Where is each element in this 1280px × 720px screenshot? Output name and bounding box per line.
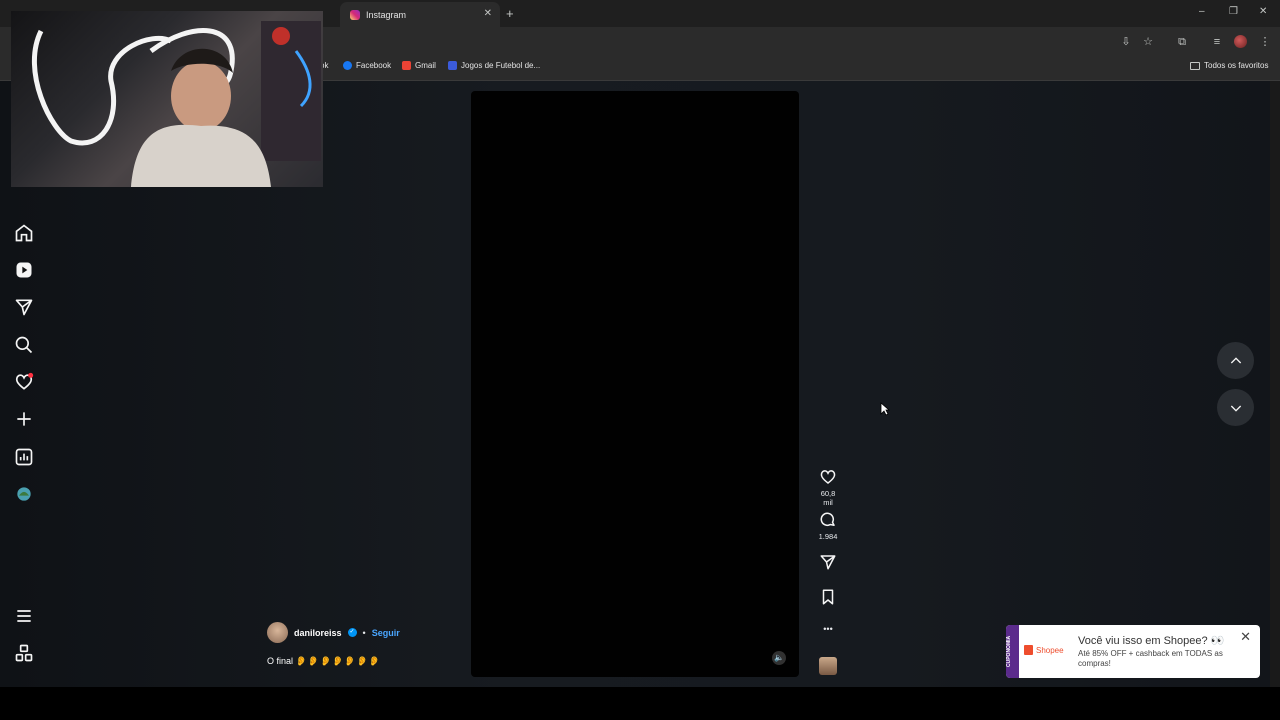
screen-bottom-bar (0, 687, 1280, 720)
bookmark-icon (822, 589, 834, 605)
save-button[interactable] (815, 588, 841, 609)
comment-button[interactable]: 1.984 (815, 511, 841, 541)
chevron-up-icon (1230, 356, 1241, 363)
reel-caption[interactable]: O final 👂👂👂👂👂👂👂 (267, 656, 381, 667)
facebook-icon (343, 61, 352, 70)
heart-icon (820, 470, 836, 484)
author-username[interactable]: daniloreiss (294, 628, 342, 638)
verified-badge-icon: ✓ (347, 628, 357, 637)
all-bookmarks-folder[interactable]: Todos os favoritos (1190, 61, 1268, 70)
dashboard-icon[interactable] (14, 447, 34, 467)
bookmark-facebook[interactable]: Facebook (343, 61, 391, 70)
instagram-favicon-icon (350, 9, 360, 20)
star-bookmark-icon[interactable]: ☆ (1141, 35, 1155, 49)
home-icon[interactable] (14, 223, 34, 243)
shopee-bag-icon (1024, 645, 1033, 655)
search-icon[interactable] (14, 335, 34, 355)
all-bookmarks-label: Todos os favoritos (1204, 61, 1269, 70)
comment-count: 1.984 (818, 532, 838, 541)
close-window-button[interactable]: ✕ (1259, 6, 1267, 17)
browser-profile-avatar[interactable] (1234, 35, 1247, 48)
separator-dot: • (362, 627, 366, 638)
chevron-down-icon (1230, 405, 1241, 412)
shopee-brand: Shopee (1036, 645, 1064, 655)
menu-icon[interactable] (14, 606, 34, 626)
caption-text: O final (267, 656, 294, 666)
mute-toggle-icon[interactable]: 🔈 (772, 651, 786, 665)
folder-icon (1190, 61, 1200, 70)
author-avatar[interactable] (267, 622, 288, 643)
share-button[interactable] (815, 553, 841, 574)
install-app-icon[interactable]: ⇩ (1119, 35, 1133, 49)
tab-instagram[interactable]: Instagram ✕ (340, 2, 500, 27)
tab-close-icon[interactable]: ✕ (484, 8, 492, 19)
threads-icon[interactable] (14, 643, 34, 663)
cuponomia-strip: CUPONOMIA (1006, 625, 1019, 678)
reel-author: daniloreiss ✓ • Seguir (267, 622, 400, 643)
bookmark-gmail[interactable]: Gmail (402, 61, 436, 70)
bookmark-label: Facebook (356, 61, 392, 70)
messages-icon[interactable] (14, 297, 34, 317)
reel-video-player[interactable] (471, 91, 799, 677)
create-icon[interactable] (14, 409, 34, 429)
like-count: 60,8 mil (820, 489, 836, 507)
tab-title: Instagram (366, 9, 407, 20)
follow-button[interactable]: Seguir (372, 628, 400, 638)
caption-emojis: 👂👂👂👂👂👂👂 (295, 656, 381, 666)
bookmark-jogos[interactable]: Jogos de Futebol de... (448, 61, 540, 70)
comment-icon (820, 512, 835, 526)
bookmark-label: Gmail (415, 61, 436, 70)
more-options-icon[interactable]: ••• (815, 624, 841, 634)
like-button[interactable]: 60,8 mil (815, 468, 841, 507)
notifications-icon[interactable] (14, 372, 34, 392)
ad-title: Você viu isso em Shopee? 👀 (1078, 635, 1225, 647)
media-control-icon[interactable]: ≡ (1210, 35, 1224, 49)
ad-close-icon[interactable]: ✕ (1240, 629, 1251, 645)
browser-menu-icon[interactable]: ⋮ (1258, 35, 1272, 49)
profile-avatar[interactable] (14, 484, 34, 504)
restore-button[interactable]: ❐ (1229, 6, 1238, 17)
extensions-icon[interactable]: ⧉ (1175, 35, 1189, 49)
share-icon (820, 555, 836, 570)
audio-avatar[interactable] (819, 657, 837, 675)
shopee-ad-popup[interactable]: CUPONOMIA Shopee Você viu isso em Shopee… (1006, 625, 1260, 678)
webcam-scene-image (31, 21, 321, 187)
game-icon (448, 61, 457, 70)
previous-reel-button[interactable] (1217, 342, 1254, 379)
reels-icon[interactable] (14, 260, 34, 280)
gmail-icon (402, 61, 411, 70)
bookmark-label: Jogos de Futebol de... (461, 61, 541, 70)
new-tab-button[interactable]: + (506, 6, 514, 21)
next-reel-button[interactable] (1217, 389, 1254, 426)
mouse-cursor-icon (880, 402, 890, 416)
shopee-logo: Shopee (1024, 645, 1064, 655)
page-scrollbar[interactable] (1270, 81, 1280, 687)
streamer-webcam-overlay (11, 11, 323, 187)
minimize-button[interactable]: – (1199, 6, 1205, 17)
ad-description: Até 85% OFF + cashback em TODAS as compr… (1078, 649, 1223, 668)
